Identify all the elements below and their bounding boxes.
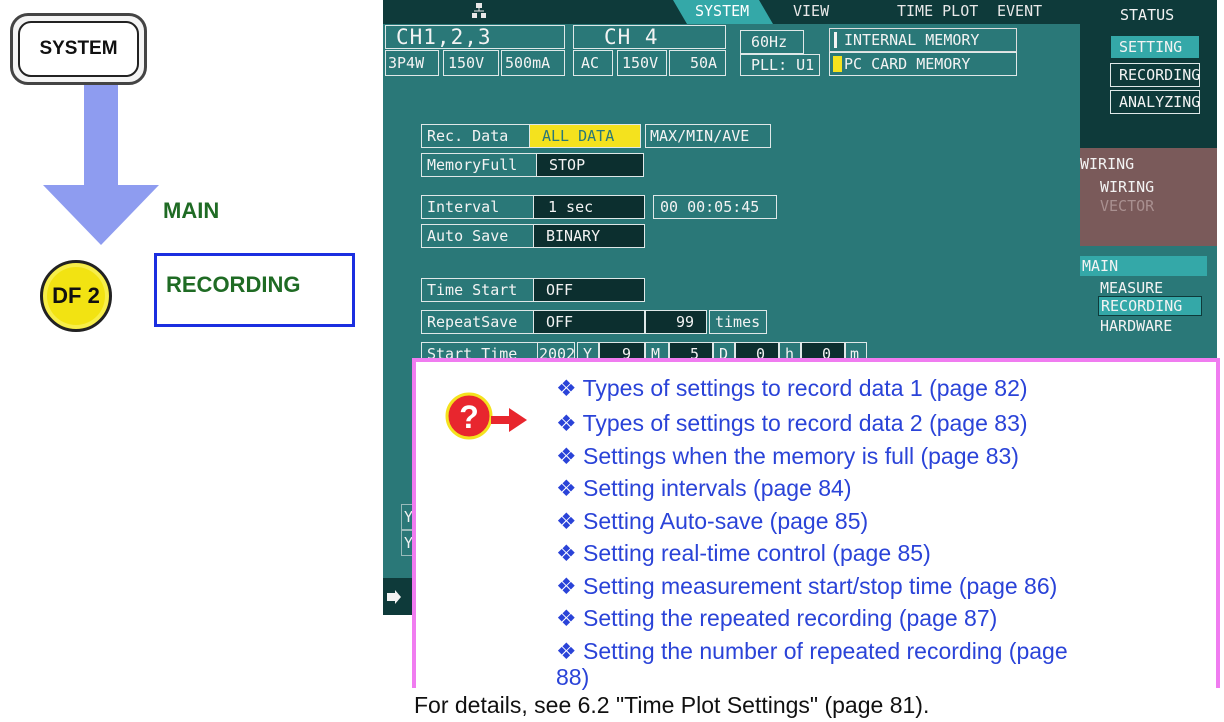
memfull-value[interactable]: STOP xyxy=(536,153,644,177)
help-question-icon: ? xyxy=(445,392,527,440)
link-start-stop-time[interactable]: ❖ Setting measurement start/stop time (p… xyxy=(556,573,1057,600)
ch123-current: 500mA xyxy=(501,50,565,76)
menu-vector[interactable]: VECTOR xyxy=(1100,196,1154,216)
link-real-time-control[interactable]: ❖ Setting real-time control (page 85) xyxy=(556,540,931,567)
ch4-current: 50A xyxy=(669,50,726,76)
menu-wiring-header: WIRING xyxy=(1080,155,1135,173)
menu-recording-main[interactable]: RECORDING xyxy=(1098,296,1202,316)
menu-wiring[interactable]: WIRING xyxy=(1100,177,1154,197)
timestart-value[interactable]: OFF xyxy=(533,278,645,302)
svg-text:?: ? xyxy=(459,399,479,435)
freq-display: 60Hz xyxy=(740,30,804,54)
menu-setting[interactable]: SETTING xyxy=(1110,35,1200,59)
tab-time-plot[interactable]: TIME PLOT xyxy=(897,0,987,24)
internal-memory: INTERNAL MEMORY xyxy=(829,28,1017,52)
ch4-mode: AC xyxy=(573,50,613,76)
repeat-value[interactable]: OFF xyxy=(533,310,645,334)
memfull-label: MemoryFull xyxy=(421,153,541,177)
card-memory: PC CARD MEMORY xyxy=(829,52,1017,76)
interval-label: Interval xyxy=(421,195,533,219)
ch123-wiring: 3P4W xyxy=(385,50,439,76)
menu-analyzing[interactable]: ANALYZING xyxy=(1110,90,1200,114)
link-number-repeated-page[interactable]: 88) xyxy=(556,664,589,691)
internal-memory-label: INTERNAL MEMORY xyxy=(844,31,980,49)
autosave-label: Auto Save xyxy=(421,224,533,248)
repeat-count[interactable]: 99 xyxy=(645,310,707,334)
link-number-repeated[interactable]: ❖ Setting the number of repeated recordi… xyxy=(556,638,1068,665)
plug-icon xyxy=(387,590,401,604)
ch4-voltage: 150V xyxy=(617,50,667,76)
internal-memory-indicator xyxy=(834,32,837,48)
tab-system[interactable]: SYSTEM xyxy=(673,0,773,24)
tab-event[interactable]: EVENT xyxy=(997,0,1077,24)
down-arrow-icon xyxy=(43,85,159,245)
recording-label: RECORDING xyxy=(166,272,301,297)
interval-time: 00 00:05:45 xyxy=(653,195,777,219)
link-auto-save[interactable]: ❖ Setting Auto-save (page 85) xyxy=(556,508,868,535)
system-key-label: SYSTEM xyxy=(18,21,139,77)
menu-recording[interactable]: RECORDING xyxy=(1110,63,1200,87)
recording-label-box: RECORDING xyxy=(154,253,355,327)
main-label: MAIN xyxy=(163,198,220,223)
footer-note: For details, see 6.2 "Time Plot Settings… xyxy=(414,692,930,718)
menu-status[interactable]: STATUS xyxy=(1120,5,1174,25)
link-repeated-recording[interactable]: ❖ Setting the repeated recording (page 8… xyxy=(556,605,997,632)
card-memory-label: PC CARD MEMORY xyxy=(844,55,971,73)
rec-data-label: Rec. Data xyxy=(421,124,529,148)
pll-display: PLL: U1 xyxy=(740,54,820,76)
rec-data-all[interactable]: ALL DATA xyxy=(529,124,641,148)
card-memory-indicator xyxy=(833,56,842,72)
interval-value[interactable]: 1 sec xyxy=(533,195,645,219)
link-record-data-1[interactable]: ❖ Types of settings to record data 1 (pa… xyxy=(556,375,1028,402)
repeat-label: RepeatSave xyxy=(421,310,533,334)
menu-hardware[interactable]: HARDWARE xyxy=(1100,316,1172,336)
freq-value: 60Hz xyxy=(751,33,788,51)
timestart-label: Time Start xyxy=(421,278,533,302)
ch4-title: CH 4 xyxy=(573,25,726,49)
menu-main-header: MAIN xyxy=(1082,257,1119,275)
link-memory-full[interactable]: ❖ Settings when the memory is full (page… xyxy=(556,443,1019,470)
menu-measure[interactable]: MEASURE xyxy=(1100,278,1163,298)
rec-data-maxminave[interactable]: MAX/MIN/AVE xyxy=(645,124,771,148)
ch123-title: CH1,2,3 xyxy=(385,25,565,49)
repeat-unit: times xyxy=(709,310,767,334)
system-key[interactable]: SYSTEM xyxy=(10,13,147,85)
df2-key[interactable]: DF 2 xyxy=(40,260,112,332)
tab-view[interactable]: VIEW xyxy=(793,0,873,24)
autosave-value[interactable]: BINARY xyxy=(533,224,645,248)
ch123-voltage: 150V xyxy=(443,50,499,76)
network-icon xyxy=(472,3,486,18)
link-intervals[interactable]: ❖ Setting intervals (page 84) xyxy=(556,475,852,502)
link-record-data-2[interactable]: ❖ Types of settings to record data 2 (pa… xyxy=(556,410,1028,437)
